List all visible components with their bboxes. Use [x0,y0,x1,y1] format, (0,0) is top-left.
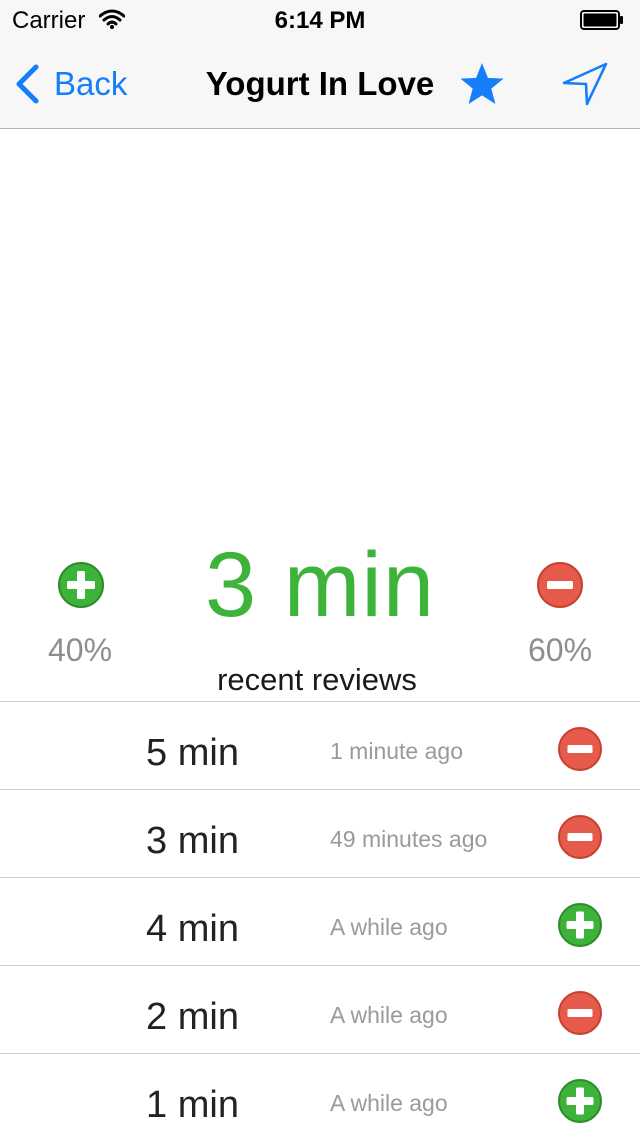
review-duration: 5 min [146,732,239,774]
plus-circle-icon[interactable] [557,1078,603,1124]
navigation-bar: Back Yogurt In Love [0,40,640,129]
minus-circle-icon[interactable] [557,726,603,772]
review-duration: 2 min [146,996,239,1038]
list-item[interactable]: 5 min 1 minute ago [0,701,640,789]
review-timestamp: 49 minutes ago [330,826,488,852]
list-item[interactable]: 4 min A while ago [0,877,640,965]
review-duration: 1 min [146,1084,239,1126]
status-bar: Carrier 6:14 PM [0,0,640,40]
clock: 6:14 PM [274,7,366,34]
chevron-left-icon [16,64,39,104]
recent-reviews-heading: recent reviews [217,662,417,697]
back-label: Back [54,65,128,102]
minus-circle-icon[interactable] [536,561,584,609]
review-duration: 3 min [146,820,239,862]
plus-circle-icon[interactable] [557,902,603,948]
minus-circle-icon[interactable] [557,814,603,860]
location-arrow-icon[interactable] [560,60,610,108]
list-item[interactable]: 2 min A while ago [0,965,640,1053]
list-item[interactable]: 3 min 49 minutes ago [0,789,640,877]
review-timestamp: 1 minute ago [330,738,463,764]
star-icon[interactable] [458,60,506,108]
review-timestamp: A while ago [330,1090,448,1116]
map-area [0,129,640,529]
review-duration: 4 min [146,908,239,950]
list-item[interactable]: 1 min A while ago [0,1053,640,1141]
battery-icon [580,10,623,30]
reviews-list: 5 min 1 minute ago 3 min 49 minutes ago … [0,701,640,1141]
review-timestamp: A while ago [330,914,448,940]
review-timestamp: A while ago [330,1002,448,1028]
minus-circle-icon[interactable] [557,990,603,1036]
back-button[interactable]: Back [14,62,127,106]
